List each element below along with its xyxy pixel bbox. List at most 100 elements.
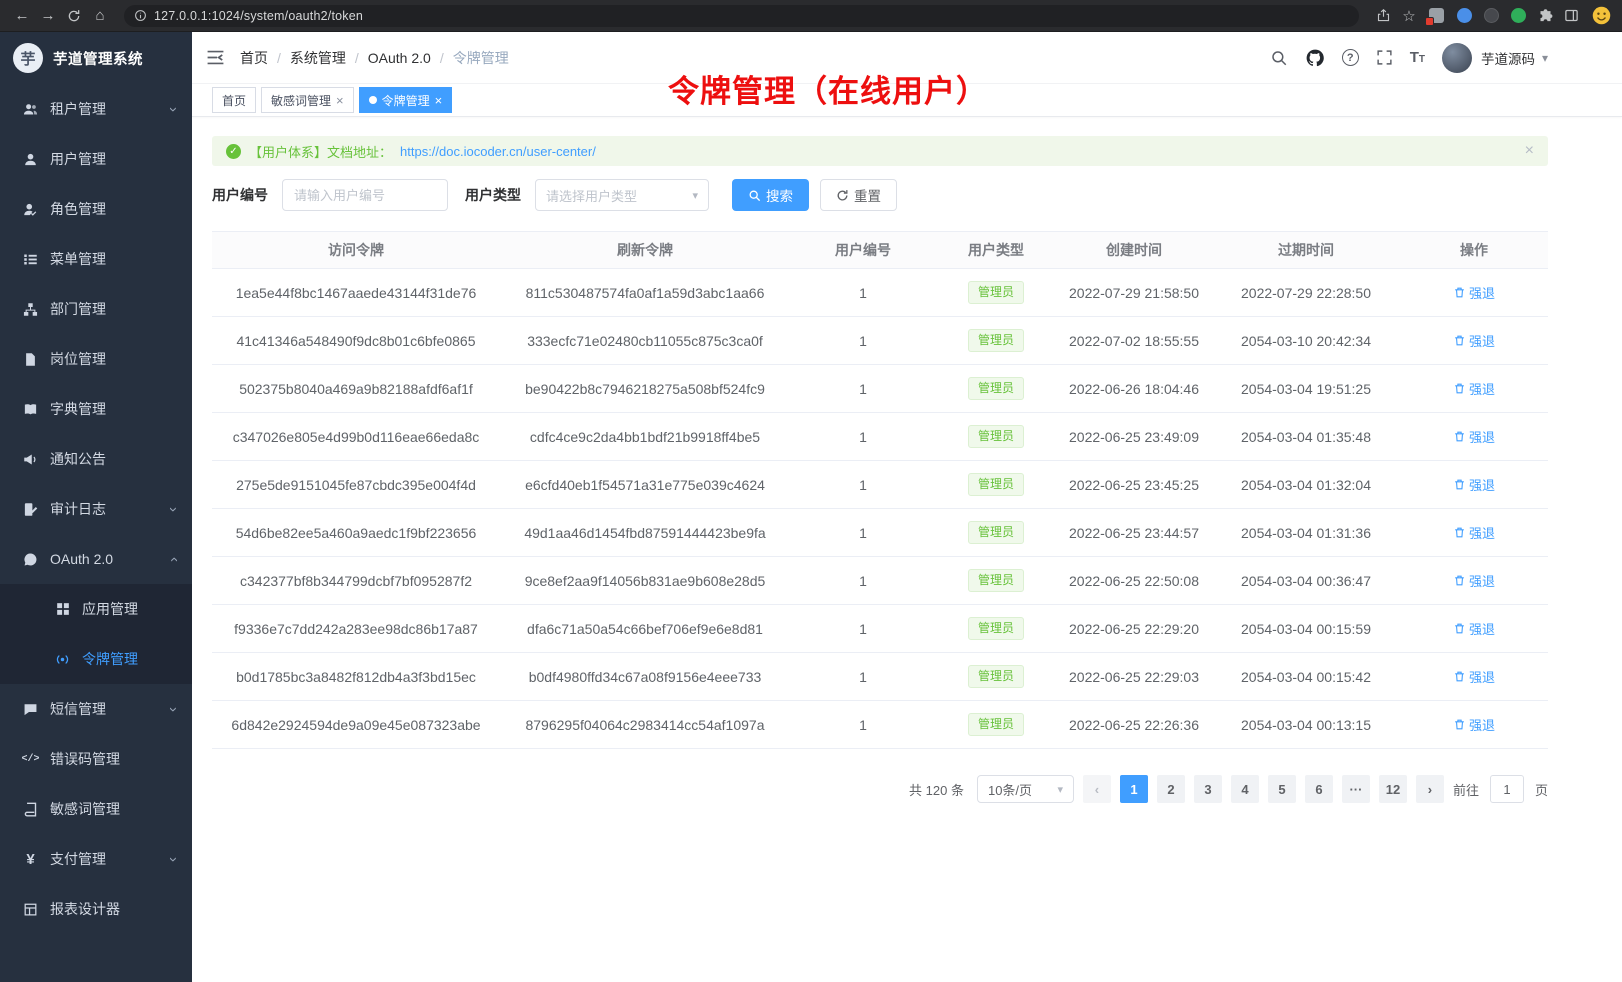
more-pages-button[interactable]: ···	[1342, 775, 1370, 803]
sidebar-item-notice[interactable]: 通知公告	[0, 434, 192, 484]
github-icon[interactable]	[1305, 48, 1325, 68]
sidebar-item-dict-management[interactable]: 字典管理	[0, 384, 192, 434]
user-type-badge: 管理员	[968, 569, 1024, 593]
notice-icon	[22, 452, 39, 467]
browser-forward-icon[interactable]: →	[36, 4, 60, 28]
breadcrumb-home[interactable]: 首页	[240, 48, 268, 68]
extension-icon-blue[interactable]	[1457, 8, 1472, 23]
page-size-select[interactable]: 10条/页 ▾	[977, 775, 1074, 803]
sidebar-item-token-management[interactable]: 令牌管理	[0, 634, 192, 684]
sidebar-item-tenant-management[interactable]: 租户管理 ›	[0, 84, 192, 134]
force-logout-button[interactable]: 强退	[1453, 715, 1495, 734]
bookmark-star-icon[interactable]: ☆	[1397, 4, 1421, 28]
sidebar-item-pay-management[interactable]: ¥ 支付管理 ›	[0, 834, 192, 884]
avatar[interactable]	[1442, 43, 1472, 73]
help-icon[interactable]: ?	[1342, 49, 1359, 66]
force-logout-button[interactable]: 强退	[1453, 283, 1495, 302]
sidebar-item-audit-log[interactable]: 审计日志 ›	[0, 484, 192, 534]
page-button-4[interactable]: 4	[1231, 775, 1259, 803]
sidebar-item-role-management[interactable]: 角色管理	[0, 184, 192, 234]
force-logout-button[interactable]: 强退	[1453, 523, 1495, 542]
page-button-1[interactable]: 1	[1120, 775, 1148, 803]
close-icon[interactable]: ×	[336, 94, 344, 107]
user-type-cell: 管理员	[936, 509, 1056, 557]
sidebar-item-post-management[interactable]: 岗位管理	[0, 334, 192, 384]
sidebar-item-report-designer[interactable]: 报表设计器	[0, 884, 192, 934]
force-logout-button[interactable]: 强退	[1453, 475, 1495, 494]
reset-button[interactable]: 重置	[820, 179, 897, 211]
site-info-icon[interactable]	[134, 9, 147, 22]
create-time-cell: 2022-07-29 21:58:50	[1056, 269, 1212, 317]
sidebar-item-label: 错误码管理	[50, 749, 176, 769]
create-time-cell: 2022-06-25 22:26:36	[1056, 701, 1212, 749]
sidebar-item-label: 敏感词管理	[50, 799, 176, 819]
page-button-12[interactable]: 12	[1379, 775, 1407, 803]
side-panel-icon[interactable]	[1559, 4, 1583, 28]
browser-reload-icon[interactable]	[62, 4, 86, 28]
sidebar-item-sensitive-word[interactable]: 敏感词管理	[0, 784, 192, 834]
fullscreen-icon[interactable]	[1376, 49, 1393, 66]
force-logout-button[interactable]: 强退	[1453, 427, 1495, 446]
browser-back-icon[interactable]: ←	[10, 4, 34, 28]
page-button-5[interactable]: 5	[1268, 775, 1296, 803]
sidebar-item-user-management[interactable]: 用户管理	[0, 134, 192, 184]
tab-home[interactable]: 首页	[212, 87, 256, 113]
tab-sensitive-word[interactable]: 敏感词管理 ×	[261, 87, 354, 113]
next-page-button[interactable]: ›	[1416, 775, 1444, 803]
extensions-puzzle-icon[interactable]	[1533, 4, 1557, 28]
font-size-icon[interactable]: TT	[1410, 49, 1425, 66]
force-logout-label: 强退	[1469, 715, 1495, 734]
table-row: 6d842e2924594de9a09e45e087323abe 8796295…	[212, 701, 1548, 749]
close-icon[interactable]: ×	[435, 94, 443, 107]
breadcrumb-oauth2[interactable]: OAuth 2.0	[368, 50, 431, 66]
user-id-input[interactable]	[282, 179, 448, 211]
user-name[interactable]: 芋道源码	[1481, 48, 1535, 68]
extension-icon-badged[interactable]	[1429, 8, 1444, 23]
sidebar-item-oauth2[interactable]: OAuth 2.0 ›	[0, 534, 192, 584]
extension-icon-dark[interactable]	[1484, 8, 1499, 23]
goto-page-input[interactable]	[1490, 775, 1524, 803]
page-button-6[interactable]: 6	[1305, 775, 1333, 803]
extension-icon-green[interactable]	[1511, 8, 1526, 23]
user-id-cell: 1	[790, 365, 936, 413]
browser-profile-avatar[interactable]	[1591, 5, 1612, 26]
sidebar-item-errorcode-management[interactable]: </> 错误码管理	[0, 734, 192, 784]
chevron-down-icon: ›	[165, 507, 182, 512]
sidebar-item-sms-management[interactable]: 短信管理 ›	[0, 684, 192, 734]
search-icon[interactable]	[1270, 49, 1288, 67]
doc-link[interactable]: https://doc.iocoder.cn/user-center/	[400, 144, 596, 159]
refresh-token-cell: 49d1aa46d1454fbd87591444423be9fa	[500, 509, 790, 557]
access-token-cell: 41c41346a548490f9dc8b01c6bfe0865	[212, 317, 500, 365]
page-button-2[interactable]: 2	[1157, 775, 1185, 803]
prev-page-button[interactable]: ‹	[1083, 775, 1111, 803]
table-row: 54d6be82ee5a460a9aedc1f9bf223656 49d1aa4…	[212, 509, 1548, 557]
chevron-down-icon[interactable]: ▾	[1542, 51, 1548, 65]
force-logout-label: 强退	[1469, 571, 1495, 590]
sidebar-item-app-management[interactable]: 应用管理	[0, 584, 192, 634]
app-logo[interactable]: 芋 芋道管理系统	[0, 32, 192, 84]
refresh-token-cell: dfa6c71a50a54c66bef706ef9e6e8d81	[500, 605, 790, 653]
user-type-select[interactable]: 请选择用户类型 ▾	[535, 179, 709, 211]
breadcrumb-system[interactable]: 系统管理	[290, 48, 346, 68]
browser-home-icon[interactable]: ⌂	[88, 4, 112, 28]
logo-image: 芋	[13, 43, 43, 73]
force-logout-button[interactable]: 强退	[1453, 331, 1495, 350]
force-logout-button[interactable]: 强退	[1453, 667, 1495, 686]
force-logout-label: 强退	[1469, 331, 1495, 350]
force-logout-button[interactable]: 强退	[1453, 379, 1495, 398]
tab-token-management[interactable]: 令牌管理 ×	[359, 87, 453, 113]
force-logout-button[interactable]: 强退	[1453, 619, 1495, 638]
action-cell: 强退	[1400, 509, 1548, 557]
sidebar-toggle-icon[interactable]	[206, 49, 225, 66]
sidebar-item-dept-management[interactable]: 部门管理	[0, 284, 192, 334]
access-token-cell: c342377bf8b344799dcbf7bf095287f2	[212, 557, 500, 605]
page-button-3[interactable]: 3	[1194, 775, 1222, 803]
refresh-token-cell: cdfc4ce9c2da4bb1bdf21b9918ff4be5	[500, 413, 790, 461]
post-icon	[22, 352, 39, 367]
close-icon[interactable]: ×	[1525, 142, 1534, 160]
sidebar-item-menu-management[interactable]: 菜单管理	[0, 234, 192, 284]
address-bar[interactable]: 127.0.0.1:1024/system/oauth2/token	[124, 5, 1359, 27]
force-logout-button[interactable]: 强退	[1453, 571, 1495, 590]
search-button[interactable]: 搜索	[732, 179, 809, 211]
share-icon[interactable]	[1371, 4, 1395, 28]
